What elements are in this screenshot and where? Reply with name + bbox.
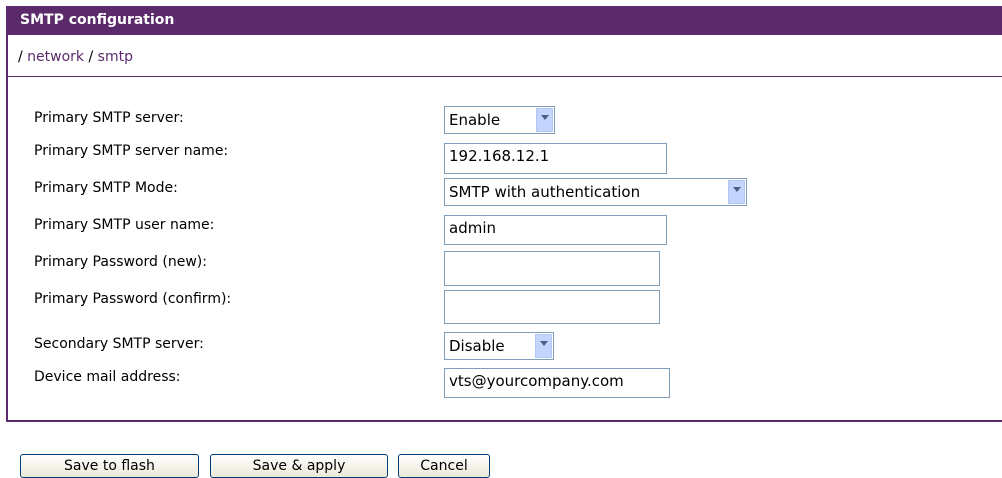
smtp-config-panel: SMTP configuration / network / smtp Prim…: [6, 6, 1002, 422]
primary-user-label: Primary SMTP user name:: [34, 217, 215, 233]
chevron-down-icon[interactable]: [536, 108, 553, 132]
primary-password-confirm-label: Primary Password (confirm):: [34, 291, 232, 307]
cancel-button[interactable]: Cancel: [398, 454, 490, 478]
primary-mode-value: SMTP with authentication: [449, 183, 641, 201]
breadcrumb-separator: /: [18, 49, 23, 65]
panel-title: SMTP configuration: [8, 6, 1002, 35]
chevron-down-icon[interactable]: [728, 180, 745, 204]
secondary-server-value: Disable: [449, 337, 505, 355]
secondary-server-select[interactable]: Disable: [444, 332, 554, 360]
header-divider: [8, 76, 1002, 77]
primary-password-new-label: Primary Password (new):: [34, 254, 207, 270]
primary-server-name-input[interactable]: 192.168.12.1: [444, 143, 667, 174]
device-mail-input[interactable]: vts@yourcompany.com: [444, 368, 670, 398]
breadcrumb: / network / smtp: [18, 49, 133, 65]
save-apply-button[interactable]: Save & apply: [210, 454, 388, 478]
primary-mode-label: Primary SMTP Mode:: [34, 180, 178, 196]
primary-password-new-input[interactable]: [444, 251, 660, 286]
primary-server-value: Enable: [449, 111, 501, 129]
primary-user-input[interactable]: admin: [444, 215, 667, 245]
primary-server-label: Primary SMTP server:: [34, 110, 184, 126]
save-to-flash-button[interactable]: Save to flash: [20, 454, 199, 478]
chevron-down-icon[interactable]: [535, 334, 552, 358]
primary-mode-select[interactable]: SMTP with authentication: [444, 178, 747, 206]
breadcrumb-smtp-link[interactable]: smtp: [98, 49, 133, 65]
primary-password-confirm-input[interactable]: [444, 290, 660, 324]
device-mail-label: Device mail address:: [34, 369, 181, 385]
primary-server-select[interactable]: Enable: [444, 106, 555, 134]
breadcrumb-separator: /: [88, 49, 94, 65]
breadcrumb-network-link[interactable]: network: [27, 49, 84, 65]
primary-server-name-label: Primary SMTP server name:: [34, 143, 229, 159]
secondary-server-label: Secondary SMTP server:: [34, 336, 204, 352]
